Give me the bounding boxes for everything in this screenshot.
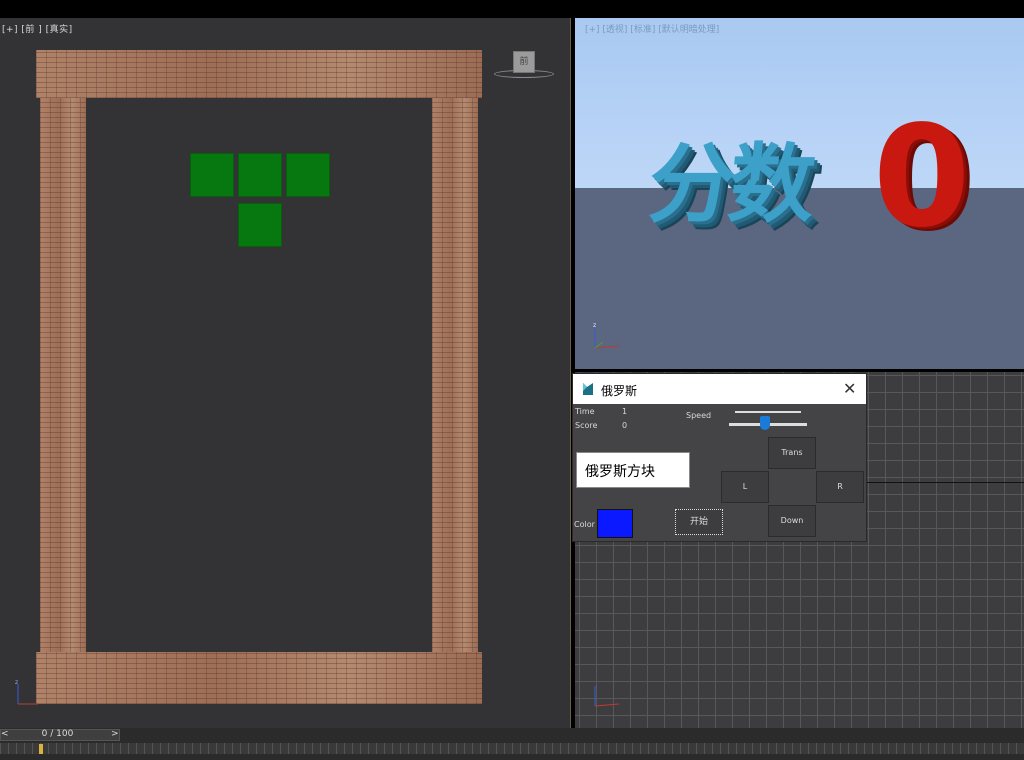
tetris-dialog: 俄罗斯 ✕ Time 1 Score 0 Speed 俄罗斯方块 Color 开… <box>572 373 867 542</box>
slider-thumb[interactable] <box>760 416 770 430</box>
rotate-button[interactable]: Trans <box>768 437 816 469</box>
move-down-button[interactable]: Down <box>768 505 816 537</box>
color-label: Color <box>574 520 595 529</box>
rotate-button-label: Trans <box>781 448 803 457</box>
move-left-button-label: L <box>742 482 748 491</box>
view-cube-face[interactable]: 前 <box>513 51 535 73</box>
axis-gizmo-icon: z <box>593 322 620 349</box>
time-value: 1 <box>622 407 628 416</box>
svg-text:z: z <box>593 322 596 329</box>
speed-slider[interactable] <box>729 410 807 430</box>
color-picker[interactable] <box>597 509 633 538</box>
tetris-block <box>286 153 330 197</box>
tetris-block <box>238 203 282 247</box>
app-logo-icon <box>583 383 593 395</box>
front-viewport[interactable]: [+] [前 ] [真实] 前 z <box>0 18 571 728</box>
perspective-viewport[interactable]: [+] [透视] [标准] [默认明暗处理] 分数 0 z <box>575 18 1024 369</box>
score-label: Score <box>575 421 598 430</box>
grid-axis-line <box>866 482 1024 483</box>
viewport-label[interactable]: [+] [前 ] [真实] <box>2 22 73 35</box>
move-left-button[interactable]: L <box>721 471 769 503</box>
time-next-button[interactable]: > <box>111 729 119 739</box>
speed-label: Speed <box>686 411 712 420</box>
frame-left-wall <box>40 98 86 658</box>
game-name-textbox[interactable]: 俄罗斯方块 <box>576 452 690 488</box>
score-title-3d-text: 分数 <box>643 135 815 235</box>
start-button-label: 开始 <box>689 517 708 527</box>
score-value: 0 <box>622 421 628 430</box>
time-prev-button[interactable]: < <box>1 729 9 739</box>
tetris-block <box>238 153 282 197</box>
slider-tick-line <box>735 411 801 413</box>
move-right-button[interactable]: R <box>816 471 864 503</box>
dialog-titlebar[interactable]: 俄罗斯 ✕ <box>573 374 866 404</box>
timeline-playhead[interactable] <box>39 744 43 754</box>
timeline-track[interactable] <box>0 743 1024 754</box>
score-value-3d-text: 0 <box>873 96 971 259</box>
frame-counter: 0 / 100 <box>41 729 74 739</box>
viewport-label[interactable]: [+] [透视] [标准] [默认明暗处理] <box>585 22 719 35</box>
move-down-button-label: Down <box>780 516 804 525</box>
frame-right-wall <box>432 98 478 658</box>
close-icon[interactable]: ✕ <box>843 379 856 398</box>
frame-bottom-wall <box>36 652 482 704</box>
svg-text:z: z <box>15 679 18 686</box>
frame-top-wall <box>36 50 482 98</box>
move-right-button-label: R <box>837 482 843 491</box>
axis-gizmo-icon <box>594 686 620 707</box>
time-label: Time <box>575 407 595 416</box>
view-cube[interactable]: 前 <box>494 48 554 82</box>
axis-gizmo-icon: z <box>15 679 38 705</box>
start-button[interactable]: 开始 <box>675 509 723 535</box>
dialog-title: 俄罗斯 <box>601 384 638 398</box>
tetris-block <box>190 153 234 197</box>
